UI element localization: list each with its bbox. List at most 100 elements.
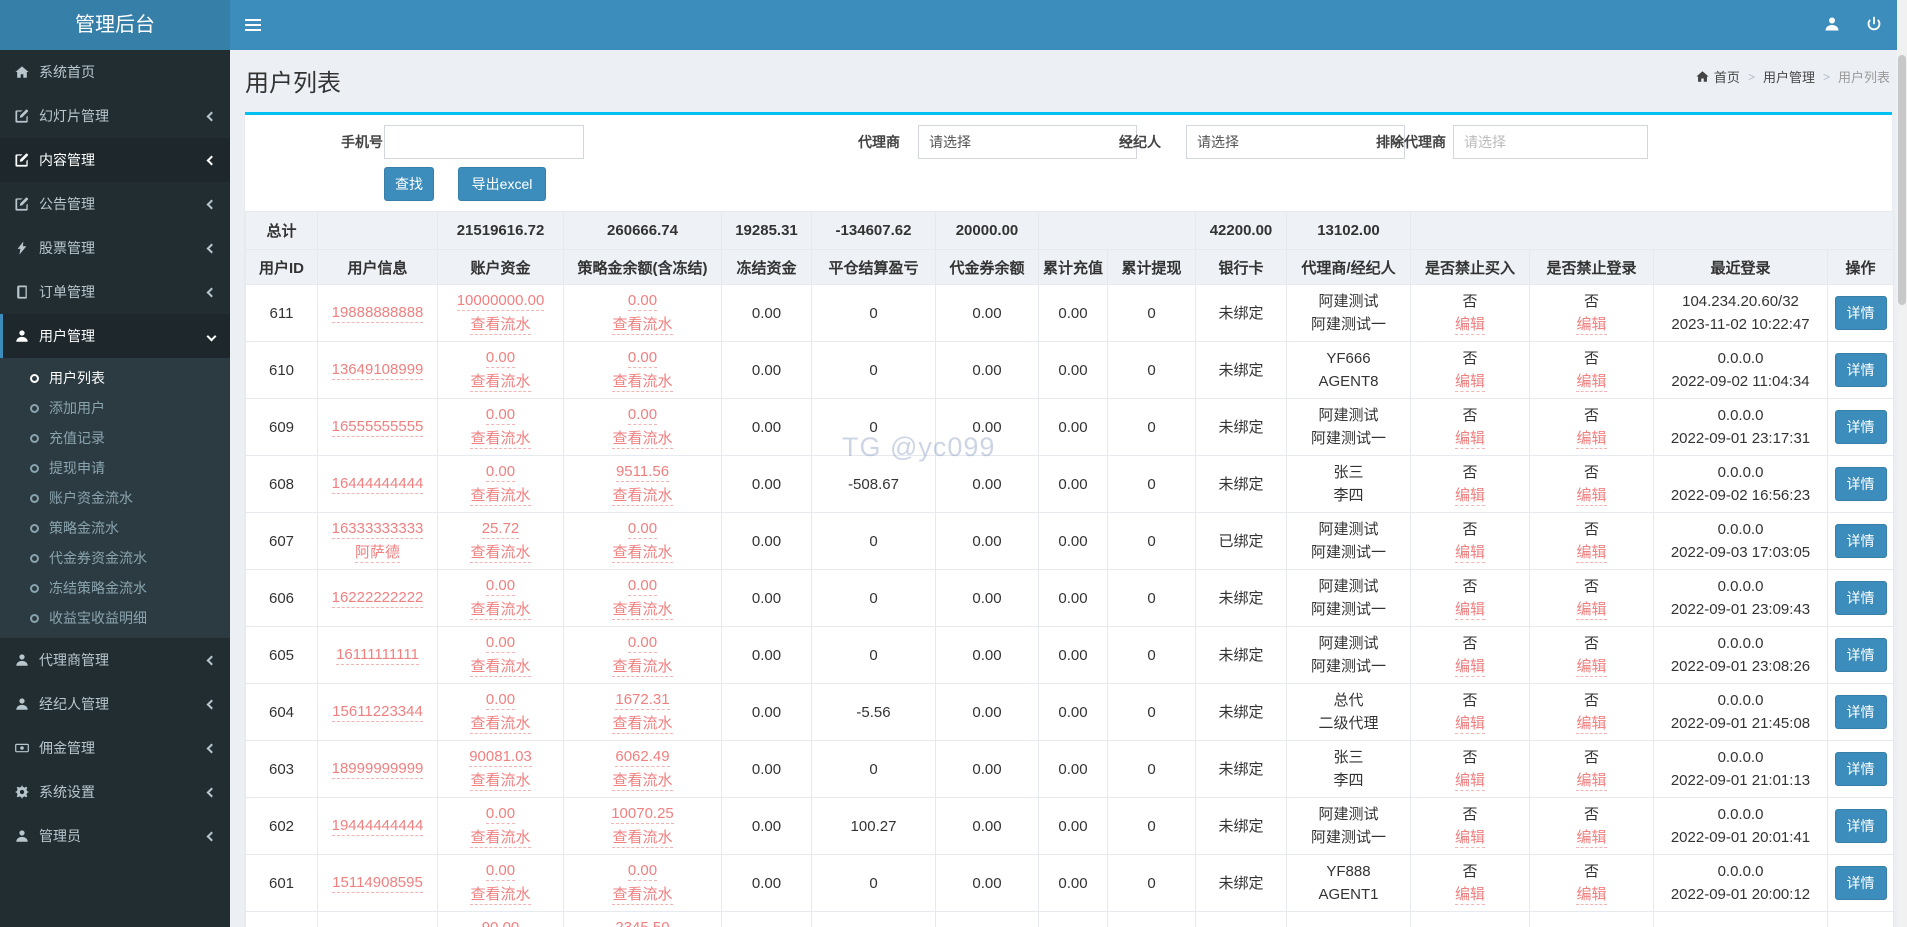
logout-button[interactable]	[1853, 0, 1895, 50]
sidebar-subitem[interactable]: 添加用户	[0, 393, 230, 423]
sidebar-subitem[interactable]: 账户资金流水	[0, 483, 230, 513]
account-funds-link[interactable]: 0.00	[486, 861, 515, 881]
forbid-buy-edit-link[interactable]: 编辑	[1455, 543, 1485, 563]
forbid-buy-edit-link[interactable]: 编辑	[1455, 828, 1485, 848]
view-flow-link[interactable]: 查看流水	[612, 543, 672, 563]
sidebar-item[interactable]: 幻灯片管理	[0, 94, 230, 138]
forbid-login-edit-link[interactable]: 编辑	[1576, 315, 1606, 335]
detail-button[interactable]: 详情	[1835, 809, 1887, 843]
strategy-balance-link[interactable]: 0.00	[628, 405, 657, 425]
view-flow-link[interactable]: 查看流水	[612, 657, 672, 677]
breadcrumb-item[interactable]: 首页	[1696, 67, 1740, 86]
account-funds-link[interactable]: 0.00	[486, 576, 515, 596]
sidebar-subitem[interactable]: 用户列表	[0, 363, 230, 393]
sidebar-item[interactable]: 代理商管理	[0, 638, 230, 682]
detail-button[interactable]: 详情	[1835, 467, 1887, 501]
sidebar-subitem[interactable]: 充值记录	[0, 423, 230, 453]
sidebar-subitem[interactable]: 提现申请	[0, 453, 230, 483]
forbid-buy-edit-link[interactable]: 编辑	[1455, 771, 1485, 791]
view-flow-link[interactable]: 查看流水	[612, 372, 672, 392]
forbid-buy-edit-link[interactable]: 编辑	[1455, 714, 1485, 734]
scrollbar-thumb[interactable]	[1898, 55, 1906, 305]
user-phone-link[interactable]: 16333333333	[332, 519, 424, 539]
forbid-login-edit-link[interactable]: 编辑	[1576, 885, 1606, 905]
detail-button[interactable]: 详情	[1835, 524, 1887, 558]
forbid-buy-edit-link[interactable]: 编辑	[1455, 372, 1485, 392]
sidebar-subitem[interactable]: 代金券资金流水	[0, 543, 230, 573]
view-flow-link[interactable]: 查看流水	[612, 771, 672, 791]
forbid-login-edit-link[interactable]: 编辑	[1576, 486, 1606, 506]
user-phone-link[interactable]: 15114908595	[332, 873, 423, 893]
user-phone-link[interactable]: 16111111111	[336, 645, 419, 665]
account-funds-link[interactable]: 0.00	[486, 405, 515, 425]
user-phone-link[interactable]: 19888888888	[332, 303, 424, 323]
sidebar-item[interactable]: 经纪人管理	[0, 682, 230, 726]
view-flow-link[interactable]: 查看流水	[470, 885, 530, 905]
forbid-buy-edit-link[interactable]: 编辑	[1455, 486, 1485, 506]
forbid-buy-edit-link[interactable]: 编辑	[1455, 315, 1485, 335]
forbid-login-edit-link[interactable]: 编辑	[1576, 543, 1606, 563]
forbid-buy-edit-link[interactable]: 编辑	[1455, 885, 1485, 905]
strategy-balance-link[interactable]: 10070.25	[611, 804, 674, 824]
view-flow-link[interactable]: 查看流水	[470, 315, 530, 335]
detail-button[interactable]: 详情	[1835, 866, 1887, 900]
account-funds-link[interactable]: 10000000.00	[457, 291, 545, 311]
view-flow-link[interactable]: 查看流水	[470, 771, 530, 791]
detail-button[interactable]: 详情	[1835, 695, 1887, 729]
sidebar-item[interactable]: 公告管理	[0, 182, 230, 226]
forbid-login-edit-link[interactable]: 编辑	[1576, 657, 1606, 677]
exclude-agent-filter-input[interactable]	[1453, 125, 1648, 159]
account-funds-link[interactable]: 0.00	[486, 348, 515, 368]
account-funds-link[interactable]: 0.00	[486, 462, 515, 482]
strategy-balance-link[interactable]: 0.00	[628, 519, 657, 539]
user-phone-link[interactable]: 16555555555	[332, 417, 424, 437]
detail-button[interactable]: 详情	[1835, 752, 1887, 786]
sidebar-item[interactable]: 佣金管理	[0, 726, 230, 770]
sidebar-item[interactable]: 股票管理	[0, 226, 230, 270]
app-logo[interactable]: 管理后台	[0, 0, 230, 50]
account-funds-link[interactable]: 25.72	[482, 519, 520, 539]
sidebar-item[interactable]: 订单管理	[0, 270, 230, 314]
user-phone-link[interactable]: 19444444444	[332, 816, 424, 836]
forbid-login-edit-link[interactable]: 编辑	[1576, 714, 1606, 734]
account-funds-link[interactable]: 90081.03	[469, 747, 532, 767]
forbid-login-edit-link[interactable]: 编辑	[1576, 828, 1606, 848]
export-excel-button[interactable]: 导出excel	[458, 167, 546, 201]
user-phone-link[interactable]: 18999999999	[332, 759, 424, 779]
forbid-login-edit-link[interactable]: 编辑	[1576, 771, 1606, 791]
user-menu-button[interactable]	[1811, 0, 1853, 50]
sidebar-subitem[interactable]: 策略金流水	[0, 513, 230, 543]
strategy-balance-link[interactable]: 9511.56	[616, 462, 669, 482]
forbid-buy-edit-link[interactable]: 编辑	[1455, 429, 1485, 449]
account-funds-link[interactable]: 90.00	[482, 918, 520, 927]
account-funds-link[interactable]: 0.00	[486, 804, 515, 824]
sidebar-item[interactable]: 系统首页	[0, 50, 230, 94]
sidebar-subitem[interactable]: 冻结策略金流水	[0, 573, 230, 603]
view-flow-link[interactable]: 查看流水	[470, 714, 530, 734]
view-flow-link[interactable]: 查看流水	[612, 315, 672, 335]
sidebar-item[interactable]: 系统设置	[0, 770, 230, 814]
view-flow-link[interactable]: 查看流水	[470, 486, 530, 506]
forbid-login-edit-link[interactable]: 编辑	[1576, 600, 1606, 620]
view-flow-link[interactable]: 查看流水	[470, 828, 530, 848]
strategy-balance-link[interactable]: 2345.50	[615, 918, 669, 927]
strategy-balance-link[interactable]: 0.00	[628, 291, 657, 311]
detail-button[interactable]: 详情	[1835, 410, 1887, 444]
user-phone-link[interactable]: 15611223344	[332, 702, 423, 722]
user-phone-link[interactable]: 13649108999	[332, 360, 424, 380]
breadcrumb-item[interactable]: 用户管理	[1763, 67, 1815, 86]
view-flow-link[interactable]: 查看流水	[612, 429, 672, 449]
strategy-balance-link[interactable]: 0.00	[628, 861, 657, 881]
sidebar-toggle-button[interactable]	[230, 0, 276, 50]
detail-button[interactable]: 详情	[1835, 353, 1887, 387]
view-flow-link[interactable]: 查看流水	[470, 657, 530, 677]
user-phone-link[interactable]: 16222222222	[332, 588, 424, 608]
view-flow-link[interactable]: 查看流水	[612, 600, 672, 620]
sidebar-item[interactable]: 用户管理	[0, 314, 230, 358]
sidebar-subitem[interactable]: 收益宝收益明细	[0, 603, 230, 633]
detail-button[interactable]: 详情	[1835, 638, 1887, 672]
user-name-link[interactable]: 阿萨德	[355, 543, 400, 563]
view-flow-link[interactable]: 查看流水	[612, 828, 672, 848]
strategy-balance-link[interactable]: 0.00	[628, 348, 657, 368]
phone-filter-input[interactable]	[384, 125, 584, 159]
